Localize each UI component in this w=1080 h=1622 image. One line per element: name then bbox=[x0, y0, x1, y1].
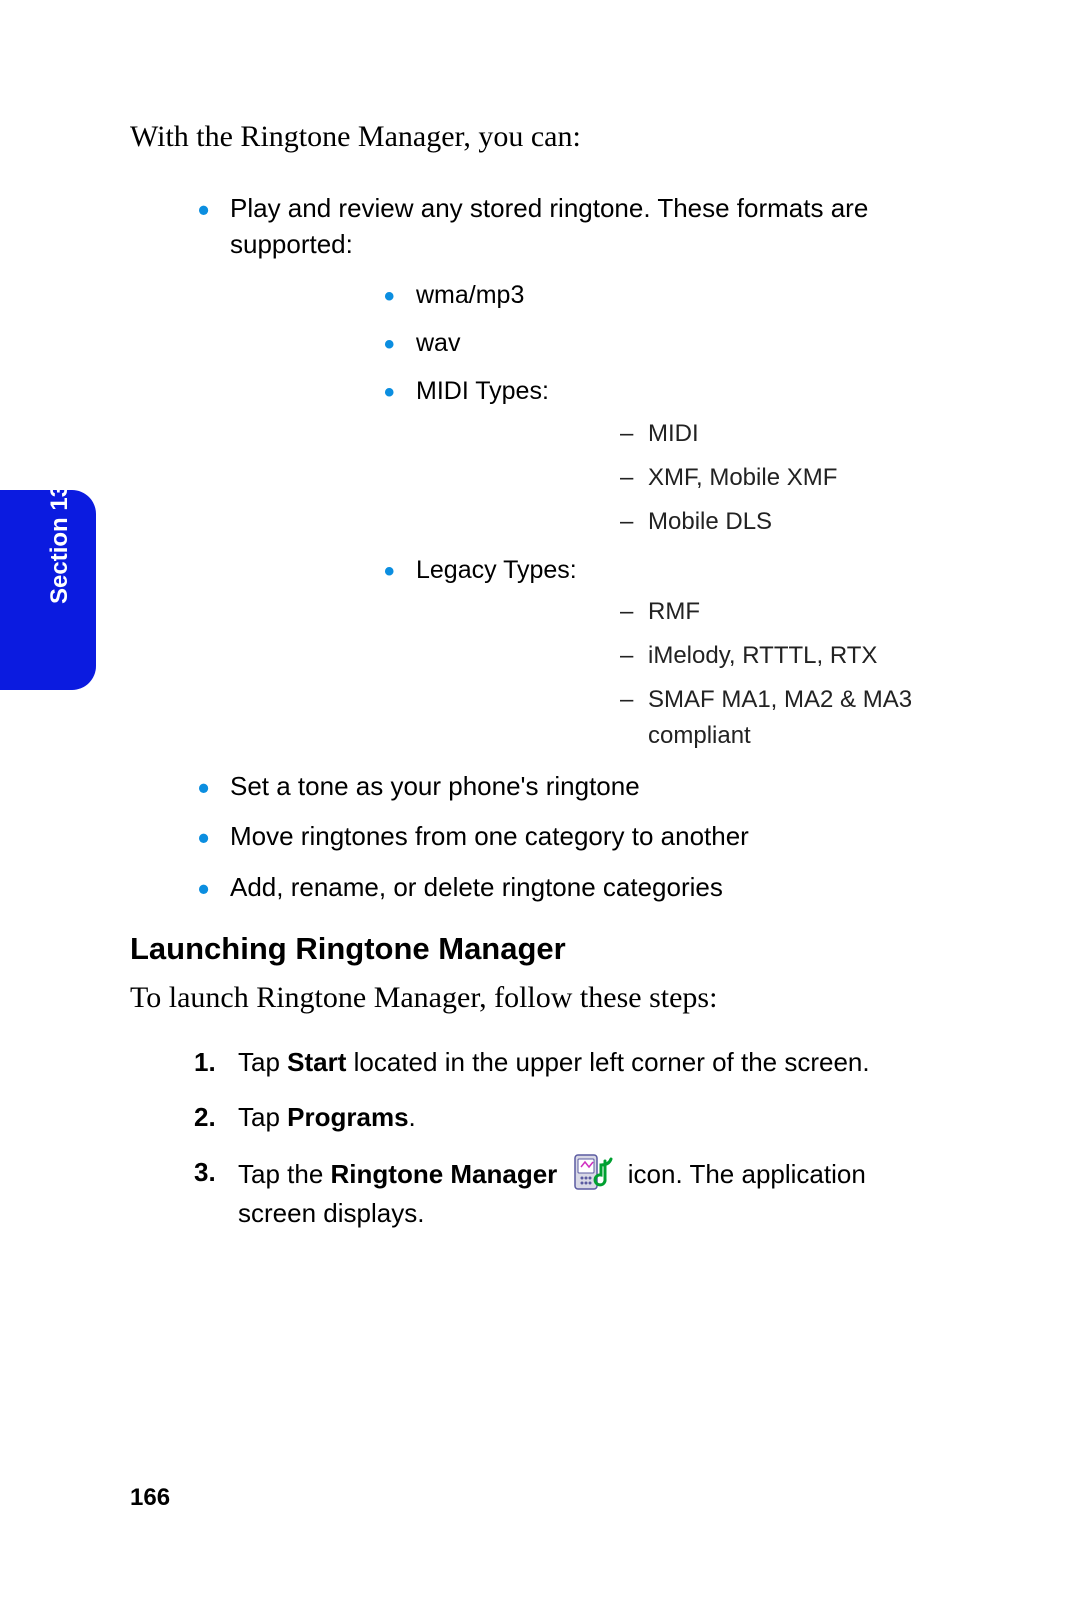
legacy-type-item: RMF bbox=[416, 594, 950, 630]
step-text-post: . bbox=[409, 1102, 416, 1132]
step-item: 2. Tap Programs. bbox=[130, 1098, 950, 1137]
steps-intro: To launch Ringtone Manager, follow these… bbox=[130, 981, 950, 1015]
midi-type-item: Mobile DLS bbox=[416, 504, 950, 540]
feature-item: Add, rename, or delete ringtone categori… bbox=[130, 869, 950, 905]
legacy-type-item: iMelody, RTTTL, RTX bbox=[416, 638, 950, 674]
step-text-bold: Start bbox=[287, 1047, 346, 1077]
format-item: Legacy Types: RMF iMelody, RTTTL, RTX SM… bbox=[230, 552, 950, 754]
section-tab: Section 13 bbox=[0, 490, 96, 690]
step-text-pre: Tap bbox=[238, 1102, 287, 1132]
feature-item: Set a tone as your phone's ringtone bbox=[130, 768, 950, 804]
page-content: With the Ringtone Manager, you can: Play… bbox=[130, 120, 950, 1249]
step-item: 1. Tap Start located in the upper left c… bbox=[130, 1043, 950, 1082]
step-text-post: located in the upper left corner of the … bbox=[346, 1047, 869, 1077]
legacy-type-list: RMF iMelody, RTTTL, RTX SMAF MA1, MA2 & … bbox=[416, 594, 950, 754]
ringtone-manager-icon bbox=[571, 1153, 615, 1191]
midi-type-item: MIDI bbox=[416, 416, 950, 452]
feature-item: Play and review any stored ringtone. The… bbox=[130, 190, 950, 754]
section-heading: Launching Ringtone Manager bbox=[130, 931, 950, 967]
step-number: 3. bbox=[194, 1153, 216, 1192]
step-text-bold: Programs bbox=[287, 1102, 408, 1132]
section-tab-label: Section 13 bbox=[46, 484, 74, 604]
step-number: 1. bbox=[194, 1043, 216, 1082]
step-text-pre: Tap the bbox=[238, 1159, 331, 1189]
format-item: wav bbox=[230, 325, 950, 361]
format-list: wma/mp3 wav MIDI Types: MIDI XMF, Mobile… bbox=[230, 277, 950, 754]
feature-item: Move ringtones from one category to anot… bbox=[130, 818, 950, 854]
feature-text: Play and review any stored ringtone. The… bbox=[230, 193, 868, 259]
format-item: wma/mp3 bbox=[230, 277, 950, 313]
step-text-bold: Ringtone Manager bbox=[331, 1159, 558, 1189]
midi-type-list: MIDI XMF, Mobile XMF Mobile DLS bbox=[416, 416, 950, 540]
steps-list: 1. Tap Start located in the upper left c… bbox=[130, 1043, 950, 1233]
format-label: Legacy Types: bbox=[416, 556, 577, 584]
feature-list: Play and review any stored ringtone. The… bbox=[130, 190, 950, 905]
legacy-type-item: SMAF MA1, MA2 & MA3 compliant bbox=[416, 682, 950, 754]
step-item: 3. Tap the Ringtone Manager icon. The ap… bbox=[130, 1153, 950, 1233]
step-text-pre: Tap bbox=[238, 1047, 287, 1077]
format-item: MIDI Types: MIDI XMF, Mobile XMF Mobile … bbox=[230, 373, 950, 539]
intro-text: With the Ringtone Manager, you can: bbox=[130, 120, 950, 154]
format-label: MIDI Types: bbox=[416, 377, 549, 405]
step-number: 2. bbox=[194, 1098, 216, 1137]
midi-type-item: XMF, Mobile XMF bbox=[416, 460, 950, 496]
page-number: 166 bbox=[130, 1484, 170, 1512]
